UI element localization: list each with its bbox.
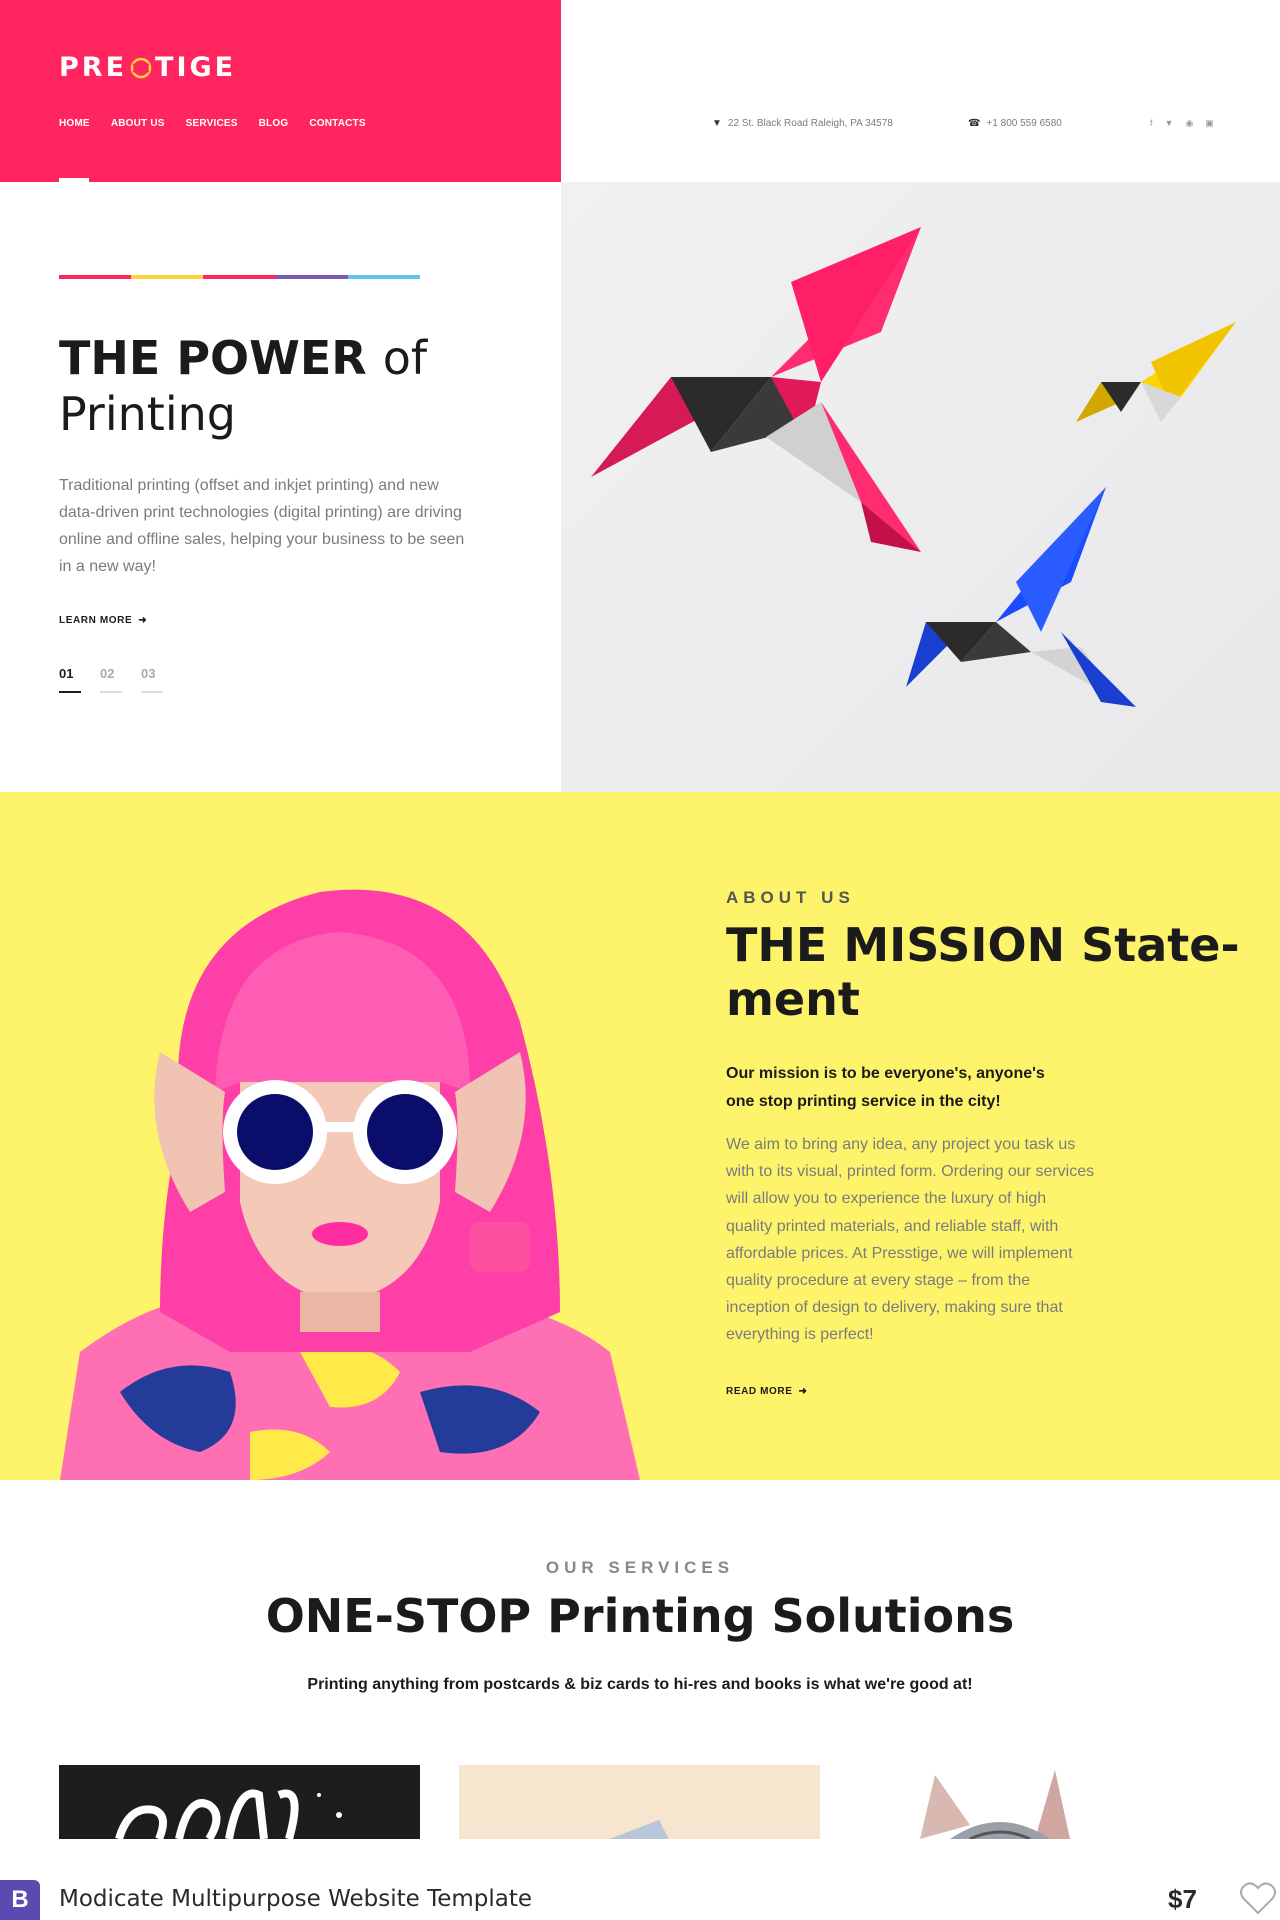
nav-home[interactable]: HOME [59,118,90,129]
color-bar-segment [131,275,204,279]
logo-text-start: PRE [59,52,128,83]
address-text: 22 St. Black Road Raleigh, PA 34578 [727,118,893,129]
services-title-bold: ONE-STOP [265,1589,532,1643]
hero-image-origami-birds [561,182,1280,792]
slide-pager: 01 02 03 [59,666,163,693]
hero-title-light: of [382,331,428,385]
color-bar-segment [275,275,348,279]
color-bar-segment [59,275,132,279]
header-phone[interactable]: ☎ +1 800 559 6580 [968,118,1062,129]
services-lead: Printing anything from postcards & biz c… [307,1676,973,1693]
hero-title: THE POWER of Printing [59,330,427,442]
pink-origami-bird [591,227,921,552]
social-links: f ▼ ◉ ▣ [1150,118,1214,129]
phone-icon: ☎ [968,118,981,129]
marketplace-logo-icon[interactable]: B [0,1880,40,1920]
logo-text-end: TIGE [155,52,237,83]
header-brand-block: PRE TIGE HOME ABOUT US SERVICES BLOG CON… [0,0,561,182]
service-card-paper[interactable] [459,1765,820,1839]
about-body: We aim to bring any idea, any project yo… [726,1136,1095,1344]
template-price: $7 [1168,1884,1197,1914]
facebook-icon[interactable]: f [1150,118,1153,129]
color-bar-segment [203,275,276,279]
services-eyebrow: OUR SERVICES [545,1558,735,1577]
learn-more-link[interactable]: LEARN MORE ➜ [59,615,147,626]
phone-text: +1 800 559 6580 [986,118,1062,129]
nav-services[interactable]: SERVICES [186,118,238,129]
blue-origami-bird [906,487,1136,707]
template-title[interactable]: Modicate Multipurpose Website Template [59,1886,532,1912]
nav-about-us[interactable]: ABOUT US [111,118,165,129]
arrow-right-icon: ➜ [798,1386,808,1397]
read-more-link[interactable]: READ MORE ➜ [726,1386,808,1397]
about-eyebrow: ABOUT US [726,888,855,907]
services-title: ONE-STOP Printing Solutions [0,1588,1280,1644]
about-lead: Our mission is to be everyone's, anyone'… [726,1065,1045,1110]
hero-color-bar [59,275,421,279]
header-address: ▼ 22 St. Black Road Raleigh, PA 34578 [712,118,893,129]
logo[interactable]: PRE TIGE [59,52,236,83]
nav-contacts[interactable]: CONTACTS [309,118,365,129]
hero-text: Traditional printing (offset and inkjet … [59,477,465,575]
learn-more-label: LEARN MORE [59,615,133,626]
yellow-origami-bird [1076,322,1236,467]
main-nav: HOME ABOUT US SERVICES BLOG CONTACTS [59,118,366,129]
pinterest-icon[interactable]: ◉ [1185,118,1193,129]
service-card-cat[interactable] [860,1765,1221,1839]
service-card-lettering[interactable] [59,1765,420,1839]
location-pin-icon: ▼ [712,118,722,129]
read-more-label: READ MORE [726,1386,793,1397]
about-title: THE MISSION State-ment [726,918,1246,1026]
hero-title-bold: THE POWER [59,331,367,385]
slide-02[interactable]: 02 [100,666,122,693]
about-image-pink-hair-woman [0,792,700,1480]
slide-01[interactable]: 01 [59,666,81,693]
about-title-bold: THE MISSION [726,918,1066,972]
arrow-right-icon: ➜ [138,615,148,626]
hero-title-light-2: Printing [59,387,236,441]
logo-mark-icon [130,57,152,79]
services-title-light: Printing Solutions [547,1589,1015,1643]
twitter-icon[interactable]: ▼ [1165,118,1174,129]
color-bar-segment [347,275,421,279]
slide-03[interactable]: 03 [141,666,163,693]
instagram-icon[interactable]: ▣ [1205,118,1214,129]
nav-blog[interactable]: BLOG [259,118,289,129]
heart-icon[interactable] [1238,1878,1278,1918]
